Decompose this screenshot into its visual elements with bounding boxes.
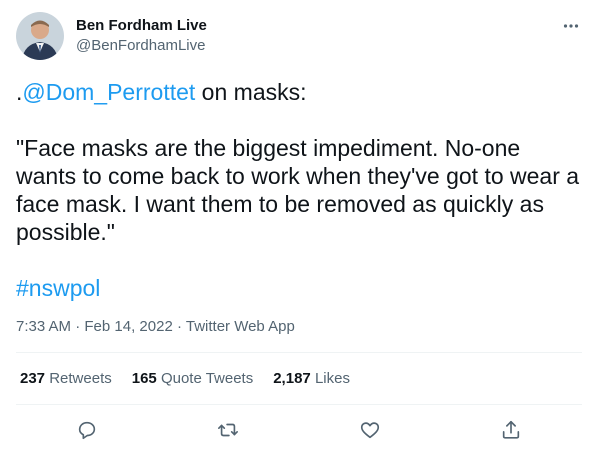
tweet-stats: 237 Retweets 165 Quote Tweets 2,187 Like… — [20, 369, 350, 389]
retweets-label: Retweets — [49, 370, 112, 387]
meta-separator: · — [172, 318, 186, 335]
hashtag-link[interactable]: #nswpol — [16, 274, 100, 302]
tweet-header: Ben Fordham Live @BenFordhamLive — [16, 12, 582, 62]
reply-icon[interactable] — [74, 417, 100, 443]
author-names: Ben Fordham Live @BenFordhamLive — [76, 16, 207, 56]
mention-link[interactable]: @Dom_Perrottet — [22, 79, 195, 105]
tweet-lead: .@Dom_Perrottet on masks: — [16, 78, 584, 106]
quote-tweets-stat[interactable]: 165 Quote Tweets — [132, 369, 253, 389]
quotes-count: 165 — [131, 370, 157, 387]
divider — [16, 352, 582, 353]
tweet-actions — [16, 415, 582, 445]
likes-stat[interactable]: 2,187 Likes — [273, 369, 350, 389]
avatar[interactable] — [16, 12, 64, 60]
more-icon[interactable] — [560, 16, 582, 36]
author-handle[interactable]: @BenFordhamLive — [76, 36, 207, 56]
likes-count: 2,187 — [273, 370, 311, 387]
tweet-lead-suffix: on masks: — [195, 79, 307, 105]
divider — [16, 404, 582, 405]
tweet-card: Ben Fordham Live @BenFordhamLive .@Dom_P… — [0, 0, 598, 453]
likes-label: Likes — [314, 370, 350, 387]
like-icon[interactable] — [357, 417, 383, 443]
retweets-stat[interactable]: 237 Retweets — [20, 369, 112, 389]
share-icon[interactable] — [498, 417, 524, 443]
tweet-time[interactable]: 7:33 AM — [16, 318, 71, 335]
tweet-text: .@Dom_Perrottet on masks: "Face masks ar… — [16, 78, 584, 302]
tweet-source-app[interactable]: Twitter Web App — [186, 318, 295, 335]
quotes-label: Quote Tweets — [160, 370, 254, 387]
retweet-icon[interactable] — [215, 417, 241, 443]
meta-separator: · — [71, 318, 85, 335]
author-display-name[interactable]: Ben Fordham Live — [76, 16, 207, 36]
tweet-date[interactable]: Feb 14, 2022 — [84, 318, 172, 335]
tweet-meta: 7:33 AM · Feb 14, 2022 · Twitter Web App — [16, 317, 295, 337]
retweets-count: 237 — [20, 370, 46, 387]
tweet-quote: "Face masks are the biggest impediment. … — [16, 135, 580, 245]
